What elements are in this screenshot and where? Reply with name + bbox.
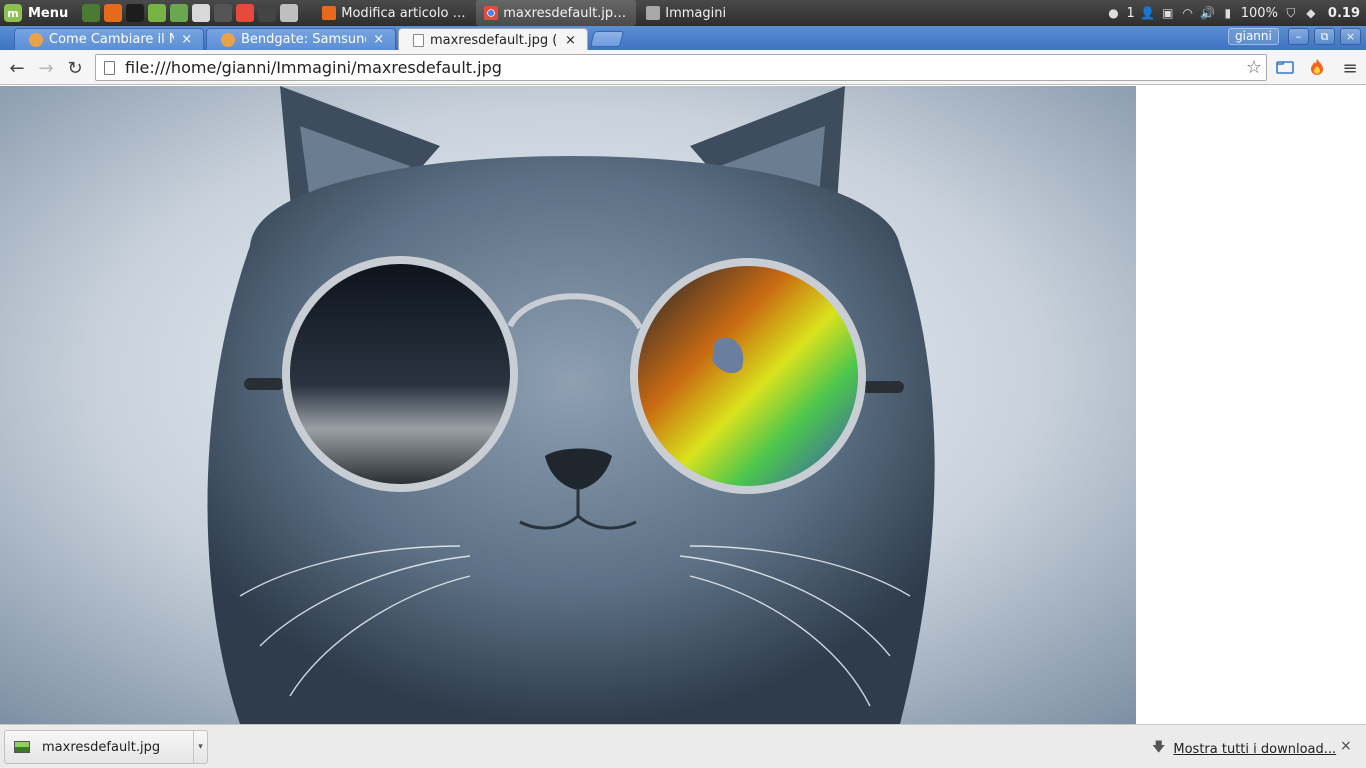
site-favicon-icon: [221, 32, 235, 47]
window-list: Modifica articolo ‹ t... maxresdefault.j…: [314, 0, 798, 26]
window-task-chrome[interactable]: maxresdefault.jpg ...: [476, 0, 637, 26]
cloud-launcher-icon[interactable]: [280, 4, 299, 22]
close-shelf-icon[interactable]: ×: [1340, 738, 1352, 754]
battery-icon[interactable]: ▮: [1221, 6, 1235, 20]
dropbox-icon[interactable]: ◆: [1304, 6, 1318, 20]
download-file-name: maxresdefault.jpg: [42, 739, 161, 755]
wifi-icon[interactable]: ◠: [1181, 6, 1195, 20]
tab-bendgate[interactable]: Bendgate: Samsung G ×: [206, 28, 396, 50]
tab-maxresdefault[interactable]: maxresdefault.jpg (128 ×: [398, 28, 588, 51]
user-icon[interactable]: 👤: [1140, 6, 1155, 20]
forward-button[interactable]: →: [34, 56, 58, 80]
tab-close-icon[interactable]: ×: [372, 32, 385, 47]
tab-title: maxresdefault.jpg (128: [430, 32, 558, 48]
download-shelf: maxresdefault.jpg ▾ 🡇 Mostra tutti i dow…: [0, 724, 1366, 768]
fire-extension-icon[interactable]: [1308, 58, 1326, 76]
terminal-launcher-icon[interactable]: [82, 4, 101, 22]
download-arrow-icon: 🡇: [1152, 740, 1166, 755]
back-button[interactable]: ←: [5, 56, 29, 80]
browser-tab-bar: Come Cambiare il Num × Bendgate: Samsung…: [0, 26, 1366, 51]
panel-launchers: [82, 4, 299, 22]
notification-icon[interactable]: ●: [1106, 6, 1120, 20]
os-panel: m Menu Modifica articolo ‹ t... maxresde…: [0, 0, 1366, 26]
files-launcher-icon[interactable]: [148, 4, 167, 22]
close-window-button[interactable]: ×: [1340, 28, 1361, 45]
cat-image-illustration: [0, 86, 1136, 724]
new-tab-button[interactable]: [589, 31, 625, 47]
window-task-label: Immagini: [665, 5, 727, 21]
window-task-label: Modifica articolo ‹ t...: [341, 5, 467, 21]
folder-icon: [646, 6, 661, 20]
cat-with-glasses-image[interactable]: [0, 86, 1136, 724]
chrome-icon: [484, 6, 499, 20]
folder-extension-icon[interactable]: [1276, 58, 1294, 76]
tab-close-icon[interactable]: ×: [564, 33, 577, 48]
document-favicon-icon: [413, 33, 424, 47]
window-task-label: maxresdefault.jpg ...: [503, 5, 629, 21]
editor-launcher-icon[interactable]: [192, 4, 211, 22]
url-text[interactable]: file:///home/gianni/Immagini/maxresdefau…: [125, 58, 502, 77]
tab-come-cambiare[interactable]: Come Cambiare il Num ×: [14, 28, 204, 50]
camera-launcher-icon[interactable]: [258, 4, 277, 22]
notification-count: 1: [1126, 5, 1135, 21]
download-item[interactable]: maxresdefault.jpg ▾: [4, 730, 208, 764]
software-launcher-icon[interactable]: [170, 4, 189, 22]
reload-button[interactable]: ↻: [63, 56, 87, 80]
minimize-button[interactable]: –: [1288, 28, 1309, 45]
tab-title: Bendgate: Samsung G: [241, 32, 366, 47]
bookmark-star-icon[interactable]: ☆: [1246, 57, 1262, 78]
update-icon[interactable]: ▣: [1161, 6, 1175, 20]
tab-title: Come Cambiare il Num: [49, 32, 175, 47]
battery-percent: 100%: [1240, 5, 1278, 21]
page-content: [0, 86, 1366, 724]
image-file-icon: [14, 741, 30, 753]
tab-close-icon[interactable]: ×: [180, 32, 193, 47]
show-all-downloads[interactable]: 🡇 Mostra tutti i download...: [1152, 738, 1336, 760]
system-tray: ● 1 👤 ▣ ◠ 🔊 ▮ 100% ⛉ ◆ 0.19: [1106, 0, 1360, 26]
firefox-icon: [322, 6, 337, 20]
show-all-downloads-link[interactable]: Mostra tutti i download...: [1173, 742, 1336, 757]
clock[interactable]: 0.19: [1328, 6, 1360, 21]
chrome-menu-button[interactable]: ≡: [1338, 56, 1362, 80]
profile-button[interactable]: gianni: [1228, 28, 1279, 45]
window-task-wordpress[interactable]: Modifica articolo ‹ t...: [314, 0, 474, 26]
mint-logo-icon: m: [4, 4, 22, 22]
window-task-files[interactable]: Immagini: [638, 0, 798, 26]
chrome-launcher-icon[interactable]: [236, 4, 255, 22]
firefox-launcher-icon[interactable]: [104, 4, 123, 22]
download-menu-dropdown[interactable]: ▾: [193, 731, 207, 763]
page-icon: [104, 60, 115, 75]
disk-launcher-icon[interactable]: [214, 4, 233, 22]
volume-icon[interactable]: 🔊: [1200, 6, 1215, 20]
browser-toolbar: ← → ↻ file:///home/gianni/Immagini/maxre…: [0, 50, 1366, 85]
address-bar[interactable]: file:///home/gianni/Immagini/maxresdefau…: [95, 54, 1267, 81]
maximize-button[interactable]: ⧉: [1314, 28, 1335, 45]
shield-icon[interactable]: ⛉: [1284, 6, 1298, 20]
site-favicon-icon: [29, 32, 43, 47]
start-menu-button[interactable]: m Menu: [0, 0, 74, 26]
menu-label: Menu: [28, 5, 69, 21]
console-launcher-icon[interactable]: [126, 4, 145, 22]
